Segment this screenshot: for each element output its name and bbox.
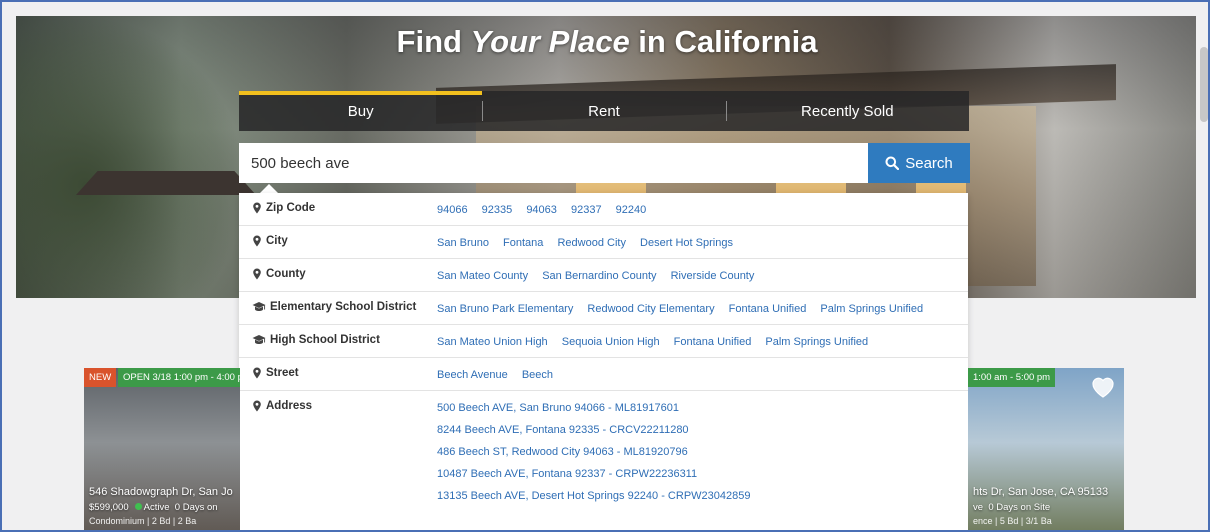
open-house-badge: OPEN 3/18 1:00 pm - 4:00 p: [118, 368, 240, 387]
browser-frame: Find Your Place in California Buy Rent R…: [0, 0, 1210, 532]
listing-address: hts Dr, San Jose, CA 95133: [973, 486, 1109, 498]
suggestion-link[interactable]: 486 Beech ST, Redwood City 94063 - ML819…: [437, 446, 968, 458]
tab-rent[interactable]: Rent: [482, 91, 725, 131]
suggestion-link[interactable]: Fontana Unified: [674, 336, 752, 348]
search-mode-tabs: Buy Rent Recently Sold: [239, 91, 969, 131]
listing-card[interactable]: 1:00 am - 5:00 pm hts Dr, San Jose, CA 9…: [968, 368, 1124, 530]
listing-address: 546 Shadowgraph Dr, San Jo: [89, 486, 233, 498]
suggestion-values: San Mateo County San Bernardino County R…: [423, 259, 968, 291]
suggestion-group-label: Address: [239, 391, 423, 512]
suggestion-link[interactable]: San Bruno Park Elementary: [437, 303, 573, 315]
tab-recently-sold[interactable]: Recently Sold: [725, 91, 969, 131]
listing-card[interactable]: NEW OPEN 3/18 1:00 pm - 4:00 p 546 Shado…: [84, 368, 240, 530]
listing-days: 0 Days on: [174, 502, 218, 513]
suggestion-link[interactable]: 94066: [437, 204, 468, 216]
suggestion-values: San Bruno Park Elementary Redwood City E…: [423, 292, 968, 324]
suggestion-link[interactable]: San Mateo Union High: [437, 336, 548, 348]
suggestion-link[interactable]: Sequoia Union High: [562, 336, 660, 348]
map-pin-icon: [253, 235, 261, 247]
map-pin-icon: [253, 268, 261, 280]
suggestion-link[interactable]: Palm Springs Unified: [820, 303, 923, 315]
suggestion-values: San Bruno Fontana Redwood City Desert Ho…: [423, 226, 968, 258]
suggestion-group-street: Street Beech Avenue Beech: [239, 358, 968, 391]
suggestion-dropdown: Zip Code 94066 92335 94063 92337 92240 C…: [239, 193, 968, 530]
suggestion-group-label: Street: [239, 358, 423, 390]
suggestion-values: 500 Beech AVE, San Bruno 94066 - ML81917…: [423, 391, 968, 512]
suggestion-link[interactable]: 92240: [616, 204, 647, 216]
suggestion-group-high-school-district: High School District San Mateo Union Hig…: [239, 325, 968, 358]
open-house-badge: 1:00 am - 5:00 pm: [968, 368, 1056, 387]
suggestion-link[interactable]: Fontana: [503, 237, 543, 249]
map-pin-icon: [253, 367, 261, 379]
suggestion-group-label: Elementary School District: [239, 292, 423, 324]
suggestion-values: 94066 92335 94063 92337 92240: [423, 193, 968, 225]
suggestion-link[interactable]: Beech: [522, 369, 553, 381]
suggestion-group-label: Zip Code: [239, 193, 423, 225]
suggestion-group-city: City San Bruno Fontana Redwood City Dese…: [239, 226, 968, 259]
suggestion-group-zip-code: Zip Code 94066 92335 94063 92337 92240: [239, 193, 968, 226]
search-icon: [885, 156, 900, 170]
suggestion-link[interactable]: Riverside County: [671, 270, 755, 282]
suggestion-link[interactable]: 8244 Beech AVE, Fontana 92335 - CRCV2221…: [437, 424, 968, 436]
suggestion-link[interactable]: San Mateo County: [437, 270, 528, 282]
suggestion-link[interactable]: 94063: [526, 204, 557, 216]
suggestion-group-elementary-school-district: Elementary School District San Bruno Par…: [239, 292, 968, 325]
active-status-dot: [134, 503, 142, 510]
dropdown-caret: [260, 184, 278, 193]
favorite-heart-icon[interactable]: [1090, 375, 1116, 399]
suggestion-group-county: County San Mateo County San Bernardino C…: [239, 259, 968, 292]
listing-days: 0 Days on Site: [988, 502, 1051, 513]
map-pin-icon: [253, 400, 261, 412]
listing-meta: ve 0 Days on Site: [973, 502, 1050, 513]
suggestion-group-label: City: [239, 226, 423, 258]
suggestion-link[interactable]: 10487 Beech AVE, Fontana 92337 - CRPW222…: [437, 468, 968, 480]
suggestion-group-label: High School District: [239, 325, 423, 357]
suggestion-link[interactable]: San Bernardino County: [542, 270, 656, 282]
suggestion-link[interactable]: Fontana Unified: [729, 303, 807, 315]
suggestion-link[interactable]: Redwood City: [557, 237, 625, 249]
suggestion-link[interactable]: Desert Hot Springs: [640, 237, 733, 249]
suggestion-link[interactable]: 13135 Beech AVE, Desert Hot Springs 9224…: [437, 490, 968, 502]
suggestion-group-label: County: [239, 259, 423, 291]
listing-price: $599,000: [89, 502, 129, 513]
listing-details: ence | 5 Bd | 3/1 Ba: [973, 516, 1052, 526]
new-badge: NEW: [84, 368, 117, 387]
suggestion-values: San Mateo Union High Sequoia Union High …: [423, 325, 968, 357]
graduation-cap-icon: [252, 335, 266, 344]
listing-status: Active: [143, 502, 170, 513]
suggestion-link[interactable]: 92335: [482, 204, 513, 216]
search-button-label: Search: [905, 154, 953, 172]
search-input[interactable]: [239, 143, 868, 183]
hero-title: Find Your Place in California: [396, 24, 818, 59]
graduation-cap-icon: [252, 302, 266, 311]
tab-buy[interactable]: Buy: [239, 91, 483, 131]
listing-meta: $599,000 Active 0 Days on: [89, 502, 218, 513]
suggestion-link[interactable]: 92337: [571, 204, 602, 216]
hero-gazebo: [76, 171, 256, 195]
suggestion-link[interactable]: 500 Beech AVE, San Bruno 94066 - ML81917…: [437, 402, 968, 414]
listing-status: ve: [973, 502, 984, 513]
suggestion-link[interactable]: Redwood City Elementary: [587, 303, 714, 315]
suggestion-values: Beech Avenue Beech: [423, 358, 968, 390]
suggestion-link[interactable]: San Bruno: [437, 237, 489, 249]
suggestion-link[interactable]: Palm Springs Unified: [765, 336, 868, 348]
search-button[interactable]: Search: [868, 143, 970, 183]
listing-details: Condominium | 2 Bd | 2 Ba: [89, 516, 197, 526]
map-pin-icon: [253, 202, 261, 214]
suggestion-link[interactable]: Beech Avenue: [437, 369, 508, 381]
search-bar: Search: [239, 143, 970, 183]
suggestion-group-address: Address 500 Beech AVE, San Bruno 94066 -…: [239, 391, 968, 512]
